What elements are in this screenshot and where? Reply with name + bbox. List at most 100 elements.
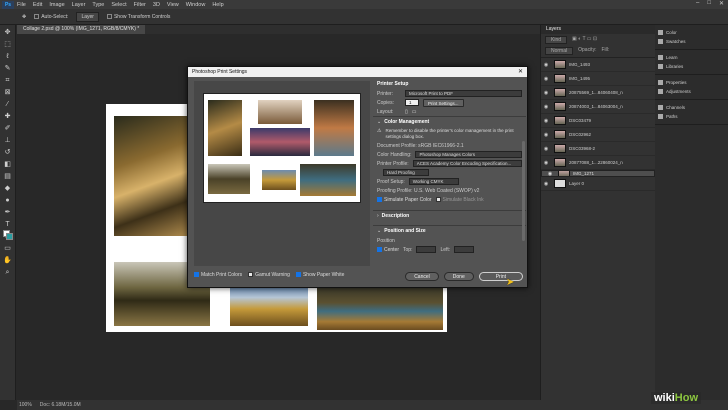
document-tab[interactable]: Collage 2.psd @ 100% (IMG_1271, RGB/8/CM…: [17, 25, 146, 34]
photoshop-logo-icon[interactable]: Ps: [2, 0, 14, 9]
brush-icon[interactable]: ✐: [3, 125, 13, 133]
eye-icon[interactable]: ◉: [541, 76, 551, 82]
layer-row[interactable]: ◉ IMG_1495: [541, 72, 655, 86]
marquee-icon[interactable]: ⬚: [3, 41, 13, 49]
printer-select[interactable]: Microsoft Print to PDF: [405, 90, 522, 97]
layer-row[interactable]: ◉ DSC03968-2: [541, 142, 655, 156]
eye-icon[interactable]: ◉: [541, 62, 551, 68]
show-paper-white-checkbox[interactable]: Show Paper White: [295, 272, 344, 278]
healing-icon[interactable]: ✚: [3, 113, 13, 121]
cancel-button[interactable]: Cancel: [405, 272, 439, 281]
layer-row[interactable]: ◉ Layer 0: [541, 177, 655, 191]
preview-options: Match Print Colors Gamut Warning Show Pa…: [194, 269, 370, 281]
print-button[interactable]: Print: [478, 272, 523, 281]
move-tool-icon[interactable]: ✥: [22, 14, 26, 20]
hand-icon[interactable]: ✋: [3, 257, 13, 265]
maximize-icon[interactable]: □: [707, 0, 711, 7]
close-window-icon[interactable]: ✕: [719, 0, 724, 7]
pen-icon[interactable]: ✒: [3, 209, 13, 217]
simulate-black-checkbox[interactable]: Simulate Black Ink: [435, 197, 484, 203]
dodge-icon[interactable]: ●: [3, 197, 13, 205]
simulate-paper-checkbox[interactable]: Simulate Paper Color: [377, 197, 432, 203]
show-transform-checkbox[interactable]: Show Transform Controls: [106, 14, 170, 20]
eye-icon[interactable]: ◉: [541, 181, 551, 187]
description-header[interactable]: › Description: [373, 210, 526, 221]
menu-filter[interactable]: Filter: [134, 2, 146, 8]
stamp-icon[interactable]: ⊥: [3, 137, 13, 145]
left-input[interactable]: [454, 246, 475, 253]
menu-window[interactable]: Window: [186, 2, 206, 8]
proofing-mode-select[interactable]: Hard Proofing: [383, 169, 429, 176]
layer-row[interactable]: ◉ DSC02962: [541, 128, 655, 142]
layer-row[interactable]: ◉ IMG_1493: [541, 58, 655, 72]
eye-icon[interactable]: ◉: [541, 90, 551, 96]
channels-panel-button[interactable]: Channels: [655, 103, 728, 112]
auto-select-checkbox[interactable]: Auto-Select:: [34, 14, 68, 20]
layer-row-selected[interactable]: ◉ IMG_1271: [541, 170, 655, 177]
eyedropper-icon[interactable]: ⁄: [3, 101, 13, 109]
color-management-header[interactable]: ⌄ Color Management: [373, 116, 526, 127]
layer-row[interactable]: ◉ 20874003_1...84063004_n: [541, 100, 655, 114]
eye-icon[interactable]: ◉: [545, 171, 555, 176]
frame-icon[interactable]: ⊠: [3, 89, 13, 97]
blur-icon[interactable]: ◆: [3, 185, 13, 193]
copies-input[interactable]: 1: [405, 99, 419, 106]
learn-panel-button[interactable]: Learn: [655, 53, 728, 62]
crop-icon[interactable]: ⌗: [3, 77, 13, 85]
eye-icon[interactable]: ◉: [541, 104, 551, 110]
menu-3d[interactable]: 3D: [153, 2, 160, 8]
eye-icon[interactable]: ◉: [541, 160, 551, 166]
match-print-colors-checkbox[interactable]: Match Print Colors: [194, 272, 242, 278]
adjustments-panel-button[interactable]: Adjustments: [655, 87, 728, 96]
print-settings-button[interactable]: Print Settings...: [423, 98, 464, 107]
position-size-header[interactable]: ⌄ Position and Size: [373, 225, 526, 236]
menu-image[interactable]: Image: [49, 2, 64, 8]
gamut-warning-checkbox[interactable]: Gamut Warning: [248, 272, 290, 278]
libraries-panel-button[interactable]: Libraries: [655, 62, 728, 71]
layer-row[interactable]: ◉ 20877088_1...22860024_n: [541, 156, 655, 170]
top-input[interactable]: [416, 246, 437, 253]
menu-help[interactable]: Help: [212, 2, 223, 8]
auto-select-dropdown[interactable]: Layer: [76, 11, 99, 22]
layers-tab[interactable]: Layers: [541, 25, 655, 34]
blend-mode-dropdown[interactable]: Normal: [545, 47, 574, 55]
properties-panel-button[interactable]: Properties: [655, 78, 728, 87]
printer-profile-select[interactable]: ACES Academy Color Encoding Specificatio…: [412, 160, 522, 167]
lasso-icon[interactable]: ℓ: [3, 53, 13, 61]
eye-icon[interactable]: ◉: [541, 146, 551, 152]
gradient-icon[interactable]: ▤: [3, 173, 13, 181]
proof-setup-select[interactable]: Working CMYK: [408, 178, 459, 185]
minimize-icon[interactable]: –: [696, 0, 699, 7]
portrait-icon[interactable]: ▯: [405, 109, 408, 115]
background-color-swatch[interactable]: [6, 233, 13, 240]
close-icon[interactable]: ✕: [518, 67, 523, 77]
shape-icon[interactable]: ▭: [3, 245, 13, 253]
filter-icons[interactable]: ▣ ◐ T ▭ ⊡: [572, 36, 597, 44]
eye-icon[interactable]: ◉: [541, 118, 551, 124]
menu-select[interactable]: Select: [111, 2, 126, 8]
quick-select-icon[interactable]: ✎: [3, 65, 13, 73]
swatches-panel-button[interactable]: Swatches: [655, 37, 728, 46]
type-icon[interactable]: T: [3, 221, 13, 229]
paths-panel-button[interactable]: Paths: [655, 112, 728, 121]
zoom-icon[interactable]: ⌕: [3, 269, 13, 277]
zoom-level[interactable]: 100%: [19, 402, 32, 408]
layer-row[interactable]: ◉ DSC03479: [541, 114, 655, 128]
eye-icon[interactable]: ◉: [541, 132, 551, 138]
done-button[interactable]: Done: [443, 272, 474, 281]
color-panel-button[interactable]: Color: [655, 28, 728, 37]
color-handling-select[interactable]: Photoshop Manages Colors: [415, 151, 522, 158]
layer-row[interactable]: ◉ 20875569_1...84060408_n: [541, 86, 655, 100]
landscape-icon[interactable]: ▭: [412, 109, 417, 115]
move-icon[interactable]: ✥: [3, 29, 13, 37]
menu-layer[interactable]: Layer: [72, 2, 86, 8]
menu-file[interactable]: File: [17, 2, 26, 8]
history-brush-icon[interactable]: ↺: [3, 149, 13, 157]
menu-edit[interactable]: Edit: [33, 2, 42, 8]
kind-filter-dropdown[interactable]: Kind: [545, 36, 568, 44]
eraser-icon[interactable]: ◧: [3, 161, 13, 169]
settings-scrollbar[interactable]: [522, 141, 525, 241]
center-checkbox[interactable]: Center: [377, 247, 399, 253]
menu-view[interactable]: View: [167, 2, 179, 8]
menu-type[interactable]: Type: [92, 2, 104, 8]
